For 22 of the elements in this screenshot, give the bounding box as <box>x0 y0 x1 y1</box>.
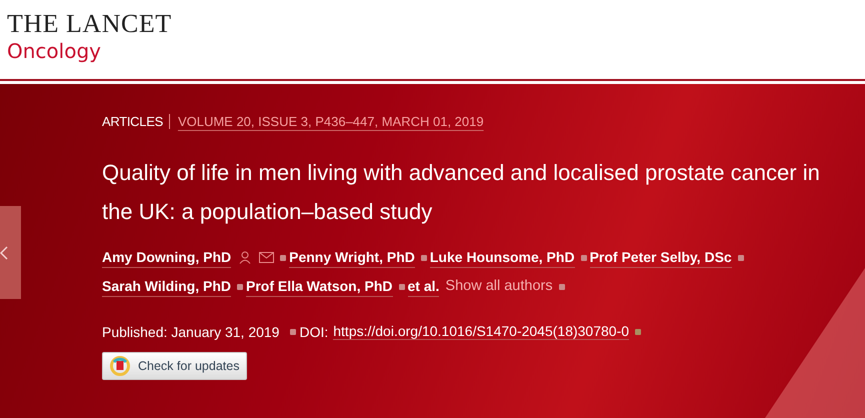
author-link[interactable]: Penny Wright, PhD <box>289 247 415 268</box>
check-for-updates-button[interactable]: Check for updates <box>102 352 248 380</box>
doi-label: DOI: <box>299 324 328 340</box>
author-link[interactable]: Sarah Wilding, PhD <box>102 276 231 297</box>
show-all-authors-link[interactable]: Show all authors <box>445 272 553 301</box>
author-link[interactable]: Luke Hounsome, PhD <box>430 247 575 268</box>
person-icon[interactable] <box>239 251 252 264</box>
issue-link[interactable]: VOLUME 20, ISSUE 3, P436–447, MARCH 01, 2019 <box>178 114 484 128</box>
separator <box>168 114 170 128</box>
article-title: Quality of life in men living with advanced and localised prostate cancer in the UK: a population–based study <box>102 159 821 226</box>
author-link[interactable]: Amy Downing, PhD <box>102 247 232 268</box>
article-type[interactable]: ARTICLES <box>102 114 163 128</box>
doi-link[interactable]: https://doi.org/10.1016/S1470-2045(18)30780-0 <box>333 323 630 340</box>
published-date: Published: January 31, 2019 <box>102 324 280 340</box>
journal-name: THE LANCET <box>7 12 172 36</box>
author-link[interactable]: Prof Ella Watson, PhD <box>246 276 392 297</box>
update-badge-icon <box>110 356 130 376</box>
author-link[interactable]: Prof Peter Selby, DSc <box>590 247 732 268</box>
journal-section[interactable]: Oncology <box>7 37 101 65</box>
et-al-link[interactable]: et al. <box>408 276 440 297</box>
mail-icon[interactable] <box>259 252 274 263</box>
chevron-left-icon <box>0 244 8 260</box>
